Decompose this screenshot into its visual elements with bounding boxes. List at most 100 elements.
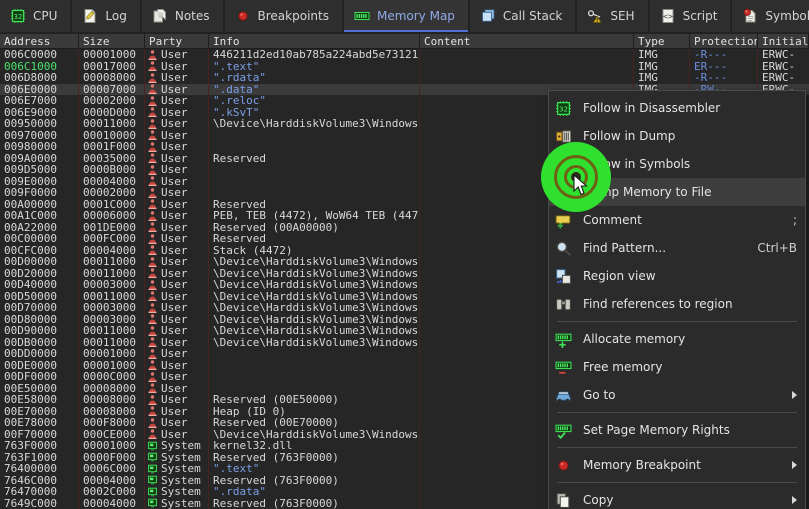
cell-size: 00035000 <box>79 152 145 164</box>
column-header-address[interactable]: Address <box>0 34 79 49</box>
cell-party-label: User <box>161 313 188 325</box>
breakpoint-dot-icon <box>558 460 569 470</box>
tab-script[interactable]: <> Script <box>649 0 733 32</box>
cell-address: 00CFC000 <box>0 244 79 256</box>
cell-size: 00011000 <box>79 336 145 348</box>
tab-memory-map[interactable]: Memory Map <box>343 0 470 32</box>
table-row[interactable]: 006C0000 00001000 User 446211d2ed10ab785a22… <box>0 49 809 61</box>
cell-info-text: ".kSvT" <box>213 106 260 118</box>
cell-address: 00E78000 <box>0 417 79 429</box>
party-user-icon <box>148 211 157 221</box>
cell-address: 00DF0000 <box>0 371 79 383</box>
party-user-icon <box>148 303 157 313</box>
menu-item-follow-in-dump[interactable]: Follow in Dump <box>549 122 805 150</box>
cell-address: 763F0000 <box>0 440 79 452</box>
cell-party: User <box>145 313 209 325</box>
menu-item-follow-in-disassembler[interactable]: 32 Follow in Disassembler <box>549 94 805 122</box>
cell-info-text: Reserved (763F0000) <box>213 474 339 486</box>
column-header-protection[interactable]: Protection <box>690 34 758 49</box>
party-user-icon <box>148 142 157 152</box>
cell-party: User <box>145 83 209 95</box>
menu-item-go-to[interactable]: Go to <box>549 381 805 409</box>
menu-item-label: Memory Breakpoint <box>583 458 701 472</box>
cell-info: \Device\HarddiskVolume3\Windows\ <box>209 313 420 325</box>
cell-party-label: User <box>161 279 188 291</box>
cell-address: 006C0000 <box>0 49 79 61</box>
column-header-initial[interactable]: Initial <box>758 34 809 49</box>
cell-type: IMG <box>634 49 690 61</box>
cell-party-label: User <box>161 60 188 72</box>
column-header-size[interactable]: Size <box>79 34 145 49</box>
cell-size: 00017000 <box>79 60 145 72</box>
cell-info-text: Reserved <box>213 198 266 210</box>
tab-call-stack[interactable]: Call Stack <box>469 0 578 32</box>
cell-party: System <box>145 474 209 486</box>
cell-party-label: User <box>161 210 188 222</box>
party-user-icon <box>148 96 157 106</box>
menu-item-region-view[interactable]: Region view <box>549 262 805 290</box>
memory-plus-icon <box>555 333 572 348</box>
menu-item-set-page-memory-rights[interactable]: Set Page Memory Rights <box>549 416 805 444</box>
cell-address: 009E0000 <box>0 175 79 187</box>
cell-info <box>209 175 420 187</box>
menu-item-find-pattern[interactable]: Find Pattern... Ctrl+B <box>549 234 805 262</box>
column-header-info[interactable]: Info <box>209 34 420 49</box>
region-view-icon <box>556 268 571 284</box>
cell-party: User <box>145 405 209 417</box>
cell-party: User <box>145 279 209 291</box>
cell-party-label: User <box>161 371 188 383</box>
column-header-party[interactable]: Party <box>145 34 209 49</box>
cell-info: kernel32.dll <box>209 440 420 452</box>
cell-info-text: \Device\HarddiskVolume3\Windows\ <box>213 118 420 130</box>
party-system-icon <box>148 441 157 451</box>
cell-info: Reserved (763F0000) <box>209 451 420 463</box>
menu-item-comment[interactable]: Comment; <box>549 206 805 234</box>
cell-party: User <box>145 187 209 199</box>
cell-size: 0000F000 <box>79 451 145 463</box>
menu-item-dump-memory-to-file[interactable]: Dump Memory to File <box>549 178 805 206</box>
cell-info: ".rdata" <box>209 72 420 84</box>
cell-info <box>209 371 420 383</box>
party-user-icon <box>148 199 157 210</box>
tab-cpu[interactable]: 32 CPU <box>0 0 73 32</box>
menu-item-find-references-to-region[interactable]: Find references to region <box>549 290 805 318</box>
cell-party: User <box>145 382 209 394</box>
tab-notes[interactable]: Notes <box>141 0 225 32</box>
table-row[interactable]: 006C1000 00017000 User ".text" IMG ER--- ERWC- <box>0 60 809 72</box>
tab-log[interactable]: Log <box>72 0 142 32</box>
menu-item-copy[interactable]: Copy <box>549 486 805 509</box>
cell-party: User <box>145 72 209 84</box>
tab-label: Breakpoints <box>257 9 329 23</box>
cell-party: System <box>145 486 209 498</box>
cell-size: 00006000 <box>79 210 145 222</box>
memory-map-context-menu[interactable]: 32 Follow in Disassembler Follow in Dump Fo… <box>548 90 806 509</box>
menu-item-free-memory[interactable]: Free memory <box>549 353 805 381</box>
tab-symbols[interactable]: Symbols <box>732 0 809 32</box>
column-header-type[interactable]: Type <box>634 34 690 49</box>
cell-party: User <box>145 325 209 337</box>
cell-content <box>420 49 634 61</box>
cell-address: 006E7000 <box>0 95 79 107</box>
tab-label: Symbols <box>765 9 809 23</box>
cell-size: 00004000 <box>79 244 145 256</box>
party-user-icon <box>148 314 157 325</box>
tab-breakpoints[interactable]: Breakpoints <box>224 0 344 32</box>
menu-item-allocate-memory[interactable]: Allocate memory <box>549 325 805 353</box>
cell-party: User <box>145 256 209 268</box>
cell-type: IMG <box>634 60 690 72</box>
cell-info: Stack (4472) <box>209 244 420 256</box>
cell-size: 00002000 <box>79 95 145 107</box>
menu-separator <box>557 412 797 413</box>
cell-size: 0001C000 <box>79 198 145 210</box>
cell-info: ".rdata" <box>209 486 420 498</box>
cell-info: PEB, TEB (4472), WoW64 TEB (4472) <box>209 210 420 222</box>
menu-item-memory-breakpoint[interactable]: Memory Breakpoint <box>549 451 805 479</box>
tab-seh[interactable]: SEH <box>577 0 650 32</box>
cell-info: Reserved <box>209 152 420 164</box>
table-row[interactable]: 006D8000 00008000 User ".rdata" IMG -R--- ERWC… <box>0 72 809 84</box>
cell-initial: ERWC- <box>762 60 796 72</box>
column-header-content[interactable]: Content <box>420 34 634 49</box>
cell-info-text: \Device\HarddiskVolume3\Windows\ <box>213 279 420 291</box>
menu-item-follow-in-symbols[interactable]: Follow in Symbols <box>549 150 805 178</box>
tab-label: SEH <box>610 9 635 23</box>
